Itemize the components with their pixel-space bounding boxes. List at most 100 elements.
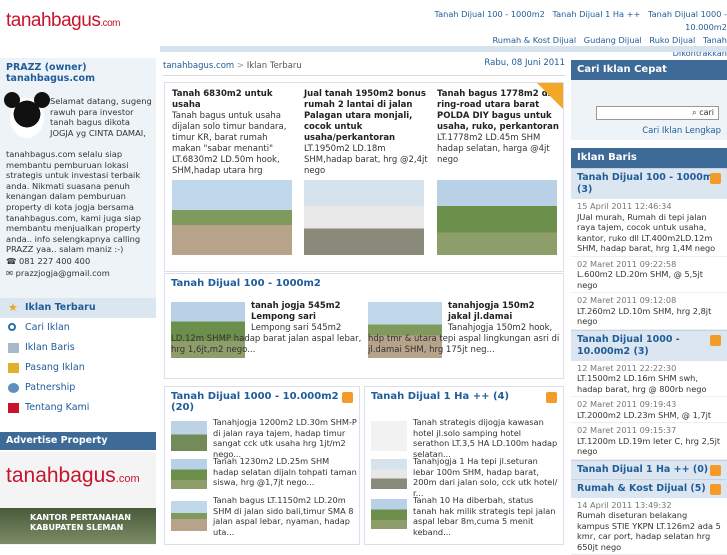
section-1000-10000m2: Tanah Dijual 1000 - 10.000m2 (20) Tanahj… bbox=[164, 386, 360, 545]
featured-item[interactable]: Jual tanah 1950m2 bonus rumah 2 lantai d… bbox=[304, 89, 430, 177]
classified-entry[interactable]: 15 April 2011 12:46:34JUal murah, Rumah … bbox=[571, 199, 727, 257]
rss-icon[interactable] bbox=[710, 335, 721, 346]
listing-text: Lempong sari 545m2 LD.12m SHMP hadap bar… bbox=[171, 323, 365, 356]
rss-icon[interactable] bbox=[710, 484, 721, 495]
topnav-item[interactable]: Tanah Dijual 1 Ha ++ bbox=[552, 9, 640, 19]
listing-text[interactable]: Tanah bagus LT.1150m2 LD.20m SHM di jala… bbox=[213, 495, 357, 537]
listing-text[interactable]: Tanahjogja 1200m2 LD.30m SHM-P di jalan … bbox=[213, 417, 357, 459]
listing-body: Tanahjogja 150m2 hook, hdp tmr & utara t… bbox=[368, 323, 562, 356]
list-icon bbox=[8, 343, 19, 353]
menu-item-iklan-baris[interactable]: Iklan Baris bbox=[0, 338, 156, 358]
header-bar bbox=[160, 46, 727, 52]
topnav-item[interactable]: Tanah bbox=[703, 35, 727, 45]
listing-text: Tanahjogja 150m2 hook, hdp tmr & utara t… bbox=[368, 323, 562, 356]
people-icon bbox=[8, 383, 19, 393]
iklan-baris-heading: Iklan Baris bbox=[571, 148, 727, 168]
listing-thumbnail[interactable] bbox=[371, 421, 407, 451]
current-date: Rabu, 08 Juni 2011 bbox=[484, 58, 565, 68]
advertise-heading: Advertise Property bbox=[0, 432, 156, 450]
classified-entry[interactable]: 14 April 2011 13:49:32Rumah diseturan be… bbox=[571, 498, 727, 555]
featured-photo[interactable] bbox=[304, 180, 424, 255]
section-heading[interactable]: Tanah Dijual 1 Ha ++ (4) bbox=[365, 387, 563, 406]
featured-body: LT.1950m2 LD.18m SHM,hadap barat, hrg @2… bbox=[304, 144, 430, 177]
rss-icon[interactable] bbox=[710, 173, 721, 184]
classified-entry[interactable]: 02 Maret 2011 09:12:08LT.260m2 LD.10m SH… bbox=[571, 293, 727, 330]
featured-photo[interactable] bbox=[172, 180, 292, 255]
listing-title[interactable]: tanahjogja 150m2 jakal jl.damai bbox=[448, 301, 560, 323]
listing-body: Lempong sari 545m2 LD.12m SHMP hadap bar… bbox=[171, 323, 365, 356]
topnav-item[interactable]: Rumah & Kost Dijual bbox=[492, 35, 576, 45]
breadcrumb-separator: > bbox=[237, 61, 244, 71]
menu-item-pasang-iklan[interactable]: Pasang Iklan bbox=[0, 358, 156, 378]
listing-text[interactable]: Tanah 1230m2 LD.25m SHM hadap selatan di… bbox=[213, 456, 357, 488]
listing-item[interactable]: tanah jogja 545m2 Lempong sari bbox=[251, 301, 363, 323]
breadcrumb-home[interactable]: tanahbagus.com bbox=[163, 61, 234, 71]
featured-photo[interactable] bbox=[437, 180, 557, 255]
classified-entry[interactable]: 02 Maret 2011 09:22:58L.600m2 LD.20m SHM… bbox=[571, 257, 727, 294]
rss-icon[interactable] bbox=[710, 465, 721, 476]
featured-item[interactable]: Tanah 6830m2 untuk usaha Tanah bagus unt… bbox=[172, 89, 298, 177]
menu-item-tentang-kami[interactable]: Tentang Kami bbox=[0, 398, 156, 418]
search-icon bbox=[8, 323, 16, 331]
main-content: tanahbagus.com > Iklan Terbaru Rabu, 08 … bbox=[163, 58, 565, 545]
menu-item-iklan-terbaru[interactable]: ★Iklan Terbaru bbox=[0, 298, 156, 318]
featured-listings: Tanah 6830m2 untuk usaha Tanah bagus unt… bbox=[164, 82, 564, 272]
cart-icon bbox=[8, 363, 19, 373]
rss-icon[interactable] bbox=[342, 392, 353, 403]
owner-phone: ☎ 081 227 400 400 bbox=[6, 256, 90, 266]
listing-thumbnail[interactable] bbox=[171, 501, 207, 531]
site-logo[interactable]: tanahbagus.com bbox=[6, 10, 120, 32]
listing-title[interactable]: tanah jogja 545m2 Lempong sari bbox=[251, 301, 363, 323]
header: tanahbagus.com Tanah Dijual 100 - 1000m2… bbox=[0, 0, 727, 58]
advertise-box[interactable]: tanahbagus.com KANTOR PERTANAHAN KABUPAT… bbox=[0, 452, 156, 545]
topnav-item[interactable]: Gudang Dijual bbox=[584, 35, 642, 45]
star-icon: ★ bbox=[8, 298, 19, 308]
listing-item[interactable]: tanahjogja 150m2 jakal jl.damai bbox=[448, 301, 560, 323]
search-button[interactable]: cari bbox=[699, 108, 714, 117]
featured-body: Tanah bagus untuk usaha dijalan solo tim… bbox=[172, 111, 298, 177]
featured-title[interactable]: Jual tanah 1950m2 bonus rumah 2 lantai d… bbox=[304, 89, 430, 144]
mail-icon: ✉ bbox=[6, 268, 16, 278]
featured-title[interactable]: Tanah 6830m2 untuk usaha bbox=[172, 89, 298, 111]
search-input[interactable]: ⌕ cari bbox=[596, 106, 719, 120]
sidebar-menu: ★Iklan Terbaru Cari Iklan Iklan Baris Pa… bbox=[0, 298, 156, 418]
search-heading: Cari Iklan Cepat bbox=[571, 60, 727, 80]
top-navigation: Tanah Dijual 100 - 1000m2 Tanah Dijual 1… bbox=[415, 8, 727, 60]
listing-text[interactable]: Tanah 10 Ha diberbah, status tanah hak m… bbox=[413, 495, 559, 537]
section-heading[interactable]: Tanah Dijual 100 - 1000m2 bbox=[165, 274, 563, 293]
topnav-item[interactable]: Tanah Dijual 100 - 1000m2 bbox=[434, 9, 544, 19]
category-header[interactable]: Tanah Dijual 100 - 1000m2 (3) bbox=[571, 168, 727, 199]
listing-text[interactable]: Tanah strategis dijogja kawasan hotel jl… bbox=[413, 417, 559, 459]
section-100-1000m2: Tanah Dijual 100 - 1000m2 tanah jogja 54… bbox=[164, 273, 564, 379]
advertise-banner[interactable]: KANTOR PERTANAHAN KABUPATEN SLEMAN bbox=[0, 508, 156, 544]
menu-item-patnership[interactable]: Patnership bbox=[0, 378, 156, 398]
listing-thumbnail[interactable] bbox=[171, 421, 207, 451]
listing-thumbnail[interactable] bbox=[371, 459, 407, 489]
phone-icon: ☎ bbox=[6, 256, 19, 266]
category-header[interactable]: Rumah & Kost Dijual (5) bbox=[571, 479, 727, 498]
category-header[interactable]: Tanah Dijual 1000 - 10.000m2 (3) bbox=[571, 330, 727, 361]
advanced-search-link[interactable]: Cari Iklan Lengkap bbox=[642, 126, 721, 136]
owner-heading: PRAZZ (owner) tanahbagus.com bbox=[0, 58, 156, 88]
search-icon: ⌕ bbox=[692, 108, 696, 117]
topnav-item[interactable]: Ruko Dijual bbox=[649, 35, 695, 45]
search-box: ⌕ cari Cari Iklan Lengkap bbox=[571, 80, 727, 140]
advertise-logo: tanahbagus.com bbox=[6, 464, 140, 488]
menu-item-cari-iklan[interactable]: Cari Iklan bbox=[0, 318, 156, 338]
topnav-item[interactable]: Tanah Dijual 1000 - 10.000m2 bbox=[648, 9, 727, 32]
corner-ribbon bbox=[537, 83, 563, 109]
featured-body: LT.1778m2 LD.45m SHM hadap selatan, harg… bbox=[437, 133, 563, 166]
section-heading[interactable]: Tanah Dijual 1000 - 10.000m2 (20) bbox=[165, 387, 359, 417]
category-header[interactable]: Tanah Dijual 1 Ha ++ (0) bbox=[571, 460, 727, 479]
classified-entry[interactable]: 02 Maret 2011 09:19:43LT.2000m2 LD.23m S… bbox=[571, 397, 727, 423]
rss-icon[interactable] bbox=[546, 392, 557, 403]
car-icon bbox=[8, 403, 19, 413]
listing-text[interactable]: Tanahjogja 1 Ha tepi jl.seturan lebar 10… bbox=[413, 456, 559, 498]
classified-entry[interactable]: 12 Maret 2011 22:22:30LT.1500m2 LD.16m S… bbox=[571, 361, 727, 398]
owner-email[interactable]: ✉ prazzjogja@gmail.com bbox=[6, 268, 110, 278]
avatar bbox=[10, 98, 44, 138]
listing-thumbnail[interactable] bbox=[371, 499, 407, 529]
listing-thumbnail[interactable] bbox=[171, 459, 207, 489]
classified-entry[interactable]: 02 Maret 2011 09:15:37LT.1200m LD.19m le… bbox=[571, 423, 727, 460]
owner-description: tanahbagus.com selalu siap membantu pemb… bbox=[6, 149, 152, 255]
